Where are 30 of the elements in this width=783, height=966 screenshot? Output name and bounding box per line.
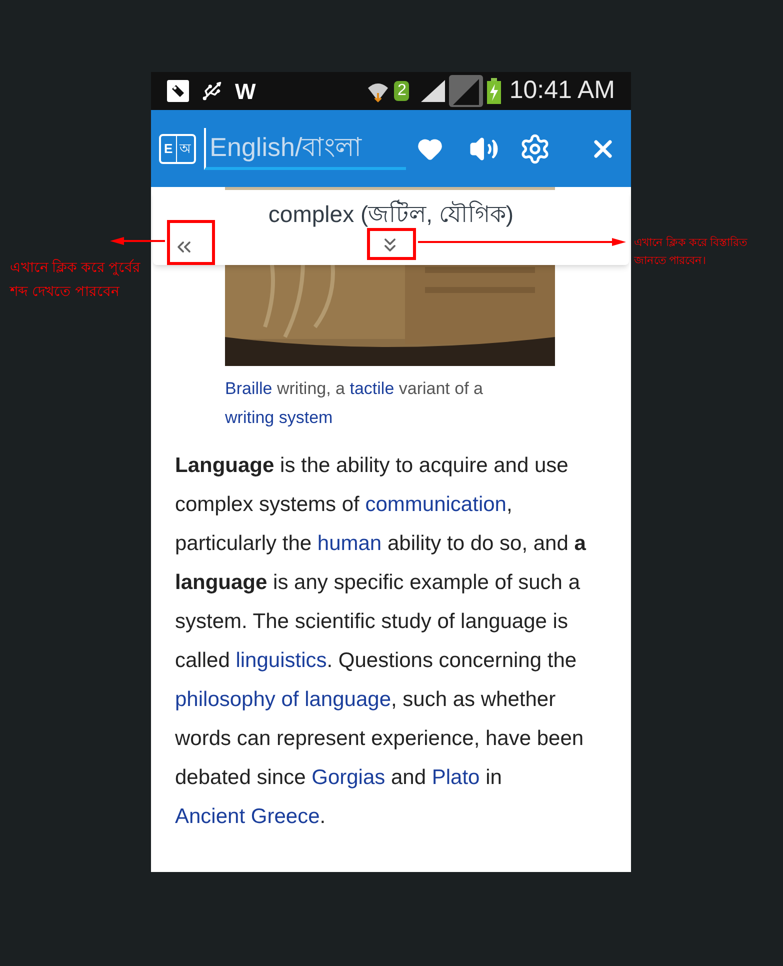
sim-badge: 2 [394, 81, 410, 101]
link[interactable]: Gorgias [312, 766, 386, 789]
search-field[interactable]: English/বাংলা [204, 128, 406, 170]
link[interactable]: Plato [432, 766, 480, 789]
annotation-text: এখানে ক্লিক করে পুর্বের শব্দ দেখতে পারবেন [10, 258, 142, 301]
usb-icon [201, 80, 223, 102]
battery-icon [487, 78, 502, 104]
link[interactable]: linguistics [236, 649, 327, 672]
image-caption: Braille writing, a tactile variant of a writing system [224, 378, 484, 429]
logo-letter: অ [178, 140, 192, 158]
article-paragraph: Language is the ability to acquire and use complex systems of communication, particularly the human ability to do so, and a language is any specific example of such a system. The scientific study of language is called linguistics. Questions concerning the philosophy of language, such as whether words can represent experience, have been debated since Gorgias and Plato in Ancient Greece. [174, 453, 587, 830]
clock: 10:41 AM [509, 75, 615, 106]
link[interactable]: human [317, 532, 382, 555]
logo-letter: E [161, 136, 177, 162]
annotation-frame [167, 220, 215, 265]
signal-icon [449, 75, 484, 107]
word-translation: complex (জটিল, যৌগিক) [267, 198, 515, 229]
signal-icon [421, 80, 446, 102]
tag-icon [167, 80, 189, 102]
annotation-text: এখানে ক্লিক করে বিস্তারিত জানতে পারবেন। [634, 235, 748, 269]
link[interactable]: Ancient Greece [175, 805, 320, 828]
link[interactable]: writing system [225, 408, 333, 427]
settings-icon[interactable] [519, 132, 551, 164]
arrow [110, 237, 165, 245]
annotation-frame [367, 228, 416, 260]
link[interactable]: tactile [350, 379, 394, 398]
link[interactable]: Braille [225, 379, 272, 398]
notification-letter: W [235, 78, 256, 106]
link[interactable]: communication [365, 493, 506, 516]
link[interactable]: philosophy of language [175, 688, 392, 711]
